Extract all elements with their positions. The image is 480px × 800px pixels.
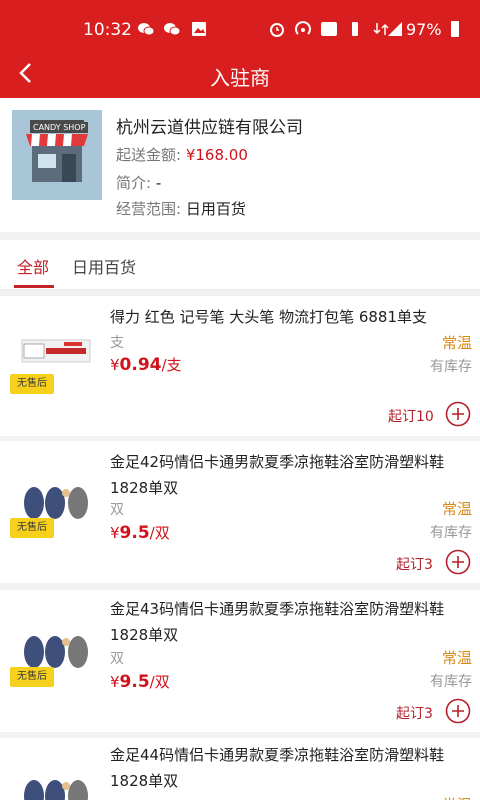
- marker-pen-image: [21, 339, 91, 363]
- scope-value: 日用百货: [185, 200, 246, 218]
- min-qty: 起订3: [396, 557, 433, 573]
- price-unit: /支: [161, 356, 182, 374]
- storage-temp: 常温: [441, 649, 472, 667]
- image-icon: [192, 22, 206, 36]
- add-to-cart-icon[interactable]: [445, 549, 471, 575]
- vibrate-icon: [352, 22, 358, 36]
- product-card[interactable]: 金足44码情侣卡通男款夏季凉拖鞋浴室防滑塑料鞋 1828单双 常温: [0, 738, 480, 800]
- no-after-sales-tag: 无售后: [10, 518, 54, 538]
- tab-daily-goods[interactable]: 日用百货: [72, 254, 136, 278]
- product-price: ¥9.5/双: [110, 671, 170, 692]
- product-unit: 支: [110, 335, 124, 351]
- tab-all[interactable]: 全部: [17, 254, 49, 278]
- volte-icon: [321, 22, 337, 36]
- battery-icon: [451, 21, 459, 37]
- product-card[interactable]: 无售后 金足43码情侣卡通男款夏季凉拖鞋浴室防滑塑料鞋 1828单双 双 ¥9.…: [0, 590, 480, 732]
- slippers-image: [24, 780, 88, 800]
- add-to-cart-icon[interactable]: [445, 698, 471, 724]
- slippers-image: [24, 487, 88, 519]
- min-order-row: 起送金额: ¥168.00: [116, 144, 248, 165]
- intro-value: -: [155, 174, 162, 192]
- active-tab-indicator: [14, 285, 54, 288]
- no-after-sales-tag: 无售后: [10, 667, 54, 687]
- category-tabs: 全部 日用百货: [0, 240, 480, 290]
- min-qty: 起订3: [396, 706, 433, 722]
- intro-label: 简介:: [116, 174, 152, 192]
- min-order-value: ¥168.00: [185, 146, 248, 164]
- alarm-icon: [270, 23, 284, 37]
- product-title: 得力 红色 记号笔 大头笔 物流打包笔 6881单支: [110, 308, 428, 326]
- intro-row: 简介: -: [116, 172, 161, 193]
- slippers-image: [24, 636, 88, 668]
- stock-status: 有库存: [430, 359, 472, 375]
- status-bar: 10:32 97%: [0, 0, 480, 50]
- scope-label: 经营范围:: [116, 200, 182, 218]
- product-card[interactable]: 无售后 金足42码情侣卡通男款夏季凉拖鞋浴室防滑塑料鞋 1828单双 双 ¥9.…: [0, 441, 480, 583]
- product-title: 金足43码情侣卡通男款夏季凉拖鞋浴室防滑塑料鞋 1828单双: [110, 600, 445, 644]
- signal-4g-icon: [388, 22, 402, 36]
- add-to-cart-icon[interactable]: [445, 401, 471, 427]
- wechat-icon: [138, 23, 155, 36]
- storage-temp: 常温: [441, 334, 472, 352]
- min-order-label: 起送金额:: [116, 146, 182, 164]
- price-unit: /双: [149, 673, 170, 691]
- storage-temp: 常温: [441, 500, 472, 518]
- stock-status: 有库存: [430, 674, 472, 690]
- shop-logo-sign: CANDY SHOP: [30, 122, 89, 133]
- status-time: 10:32: [83, 20, 132, 40]
- price-symbol: ¥: [110, 356, 120, 374]
- stock-status: 有库存: [430, 525, 472, 541]
- nav-bar: 入驻商: [0, 50, 480, 98]
- product-card[interactable]: 无售后 得力 红色 记号笔 大头笔 物流打包笔 6881单支 支 ¥0.94/支…: [0, 296, 480, 436]
- product-price: ¥9.5/双: [110, 522, 170, 543]
- shop-info-card: CANDY SHOP 杭州云道供应链有限公司 起送金额: ¥168.00 简介:…: [0, 98, 480, 232]
- scope-row: 经营范围: 日用百货: [116, 198, 246, 219]
- price-unit: /双: [149, 524, 170, 542]
- product-price: ¥0.94/支: [110, 354, 182, 375]
- product-title: 金足44码情侣卡通男款夏季凉拖鞋浴室防滑塑料鞋 1828单双: [110, 746, 445, 790]
- product-unit: 双: [110, 502, 124, 518]
- price-value: 9.5: [119, 672, 150, 692]
- storage-temp: 常温: [442, 794, 472, 800]
- product-title: 金足42码情侣卡通男款夏季凉拖鞋浴室防滑塑料鞋 1828单双: [110, 453, 445, 497]
- min-qty: 起订10: [388, 409, 434, 425]
- price-value: 0.94: [119, 355, 162, 375]
- shop-logo: CANDY SHOP: [12, 110, 102, 200]
- page-title: 入驻商: [210, 66, 270, 90]
- wechat-icon: [164, 23, 181, 36]
- price-value: 9.5: [119, 523, 150, 543]
- hotspot-icon: [295, 21, 311, 35]
- shop-name: 杭州云道供应链有限公司: [116, 118, 303, 138]
- no-after-sales-tag: 无售后: [10, 374, 54, 394]
- product-unit: 双: [110, 651, 124, 667]
- price-symbol: ¥: [110, 673, 120, 691]
- battery-percent: 97%: [406, 20, 442, 39]
- price-symbol: ¥: [110, 524, 120, 542]
